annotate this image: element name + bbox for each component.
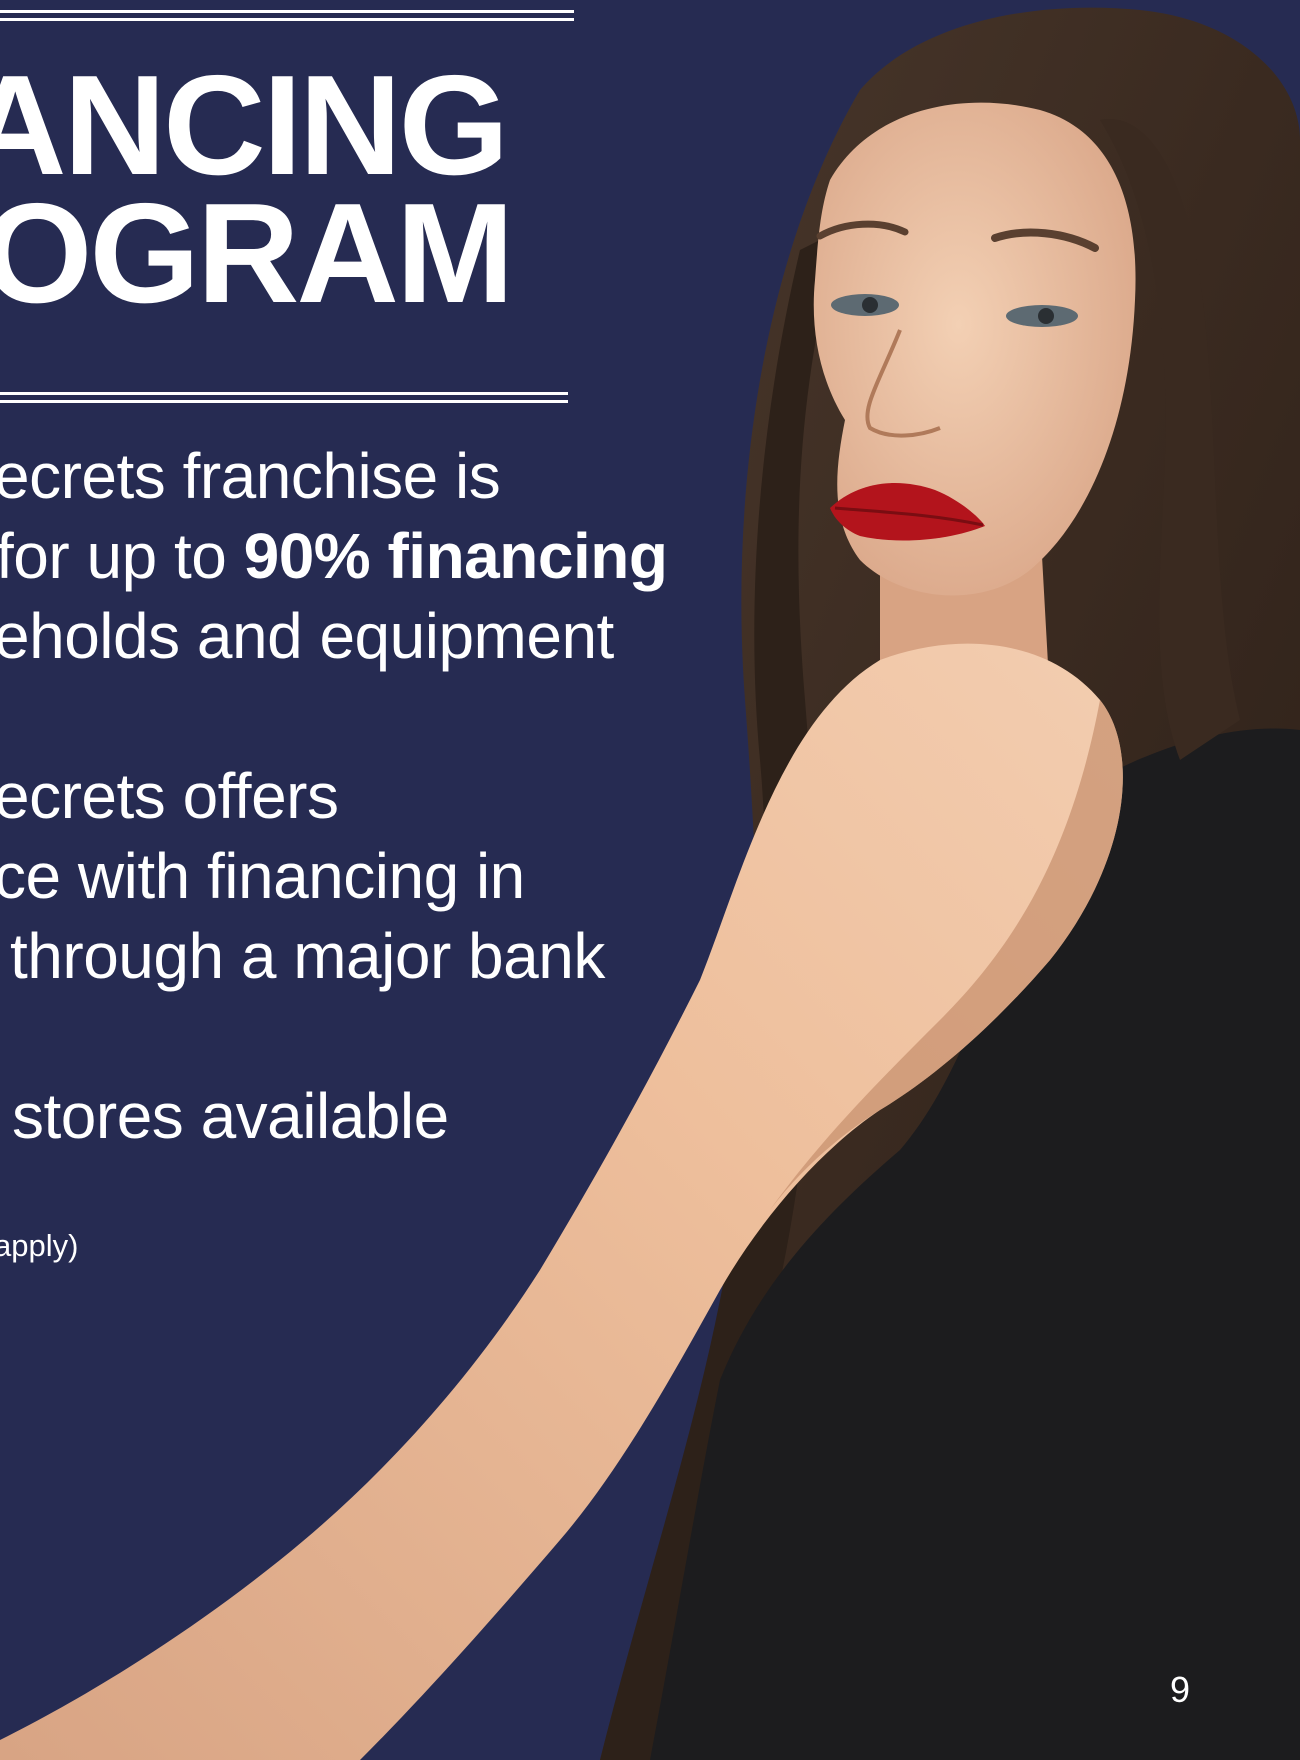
brochure-page: ANCING OGRAM ecrets franchise is for up …: [0, 0, 1300, 1760]
page-number: 9: [1169, 1669, 1190, 1710]
model-photo: [0, 7, 1300, 1760]
